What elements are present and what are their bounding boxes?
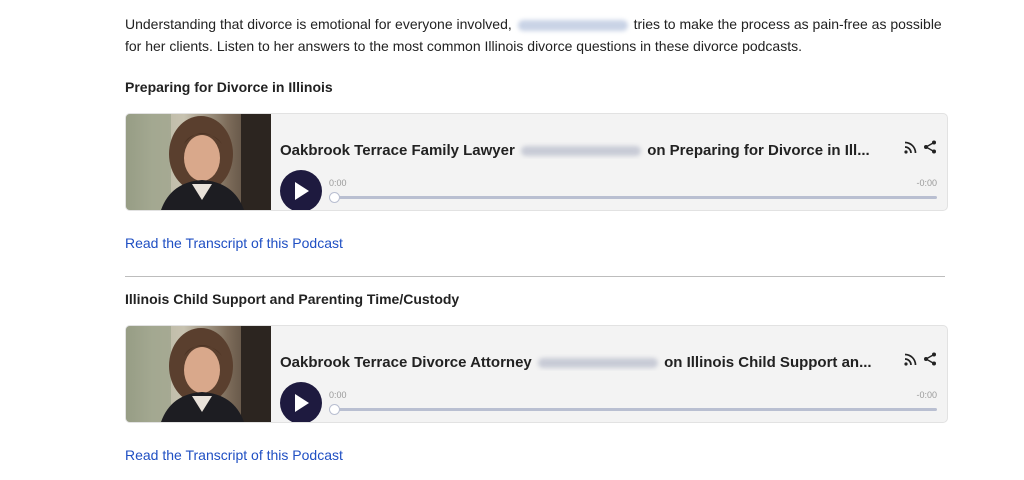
transcript-link[interactable]: Read the Transcript of this Podcast — [125, 447, 343, 463]
redacted-name — [521, 146, 642, 157]
podcast-title-end: on Preparing for Divorce in Ill... — [647, 142, 870, 159]
podcast-title-end: on Illinois Child Support an... — [664, 354, 872, 371]
play-icon — [295, 182, 309, 200]
podcast-player: Oakbrook Terrace Family Lawyer on Prepar… — [125, 113, 948, 211]
podcast-title-start: Oakbrook Terrace Divorce Attorney — [280, 354, 532, 371]
attorney-photo — [126, 326, 271, 422]
play-button[interactable] — [280, 382, 322, 422]
redacted-name — [537, 358, 658, 369]
attorney-photo — [126, 114, 271, 210]
play-icon — [295, 394, 309, 412]
time-current: 0:00 — [329, 390, 347, 400]
progress-knob[interactable] — [329, 404, 340, 415]
rss-icon[interactable] — [904, 141, 917, 159]
time-current: 0:00 — [329, 178, 347, 188]
intro-paragraph: Understanding that divorce is emotional … — [125, 13, 955, 57]
progress-knob[interactable] — [329, 192, 340, 203]
podcast-title-start: Oakbrook Terrace Family Lawyer — [280, 142, 515, 159]
divider — [125, 276, 945, 277]
podcast-title[interactable]: Oakbrook Terrace Divorce Attorney on Ill… — [280, 354, 900, 371]
transcript-link[interactable]: Read the Transcript of this Podcast — [125, 235, 343, 251]
redacted-name — [517, 19, 628, 31]
podcast-player: Oakbrook Terrace Divorce Attorney on Ill… — [125, 325, 948, 423]
share-icon[interactable] — [923, 352, 937, 371]
share-icon[interactable] — [923, 140, 937, 159]
time-remaining: -0:00 — [916, 390, 937, 400]
podcast-title[interactable]: Oakbrook Terrace Family Lawyer on Prepar… — [280, 142, 900, 159]
podcast-heading: Illinois Child Support and Parenting Tim… — [125, 291, 460, 307]
play-button[interactable] — [280, 170, 322, 210]
rss-icon[interactable] — [904, 353, 917, 371]
time-remaining: -0:00 — [916, 178, 937, 188]
progress-track[interactable] — [329, 404, 937, 415]
podcast-heading: Preparing for Divorce in Illinois — [125, 79, 333, 95]
progress-track[interactable] — [329, 192, 937, 203]
intro-text-start: Understanding that divorce is emotional … — [125, 16, 512, 32]
